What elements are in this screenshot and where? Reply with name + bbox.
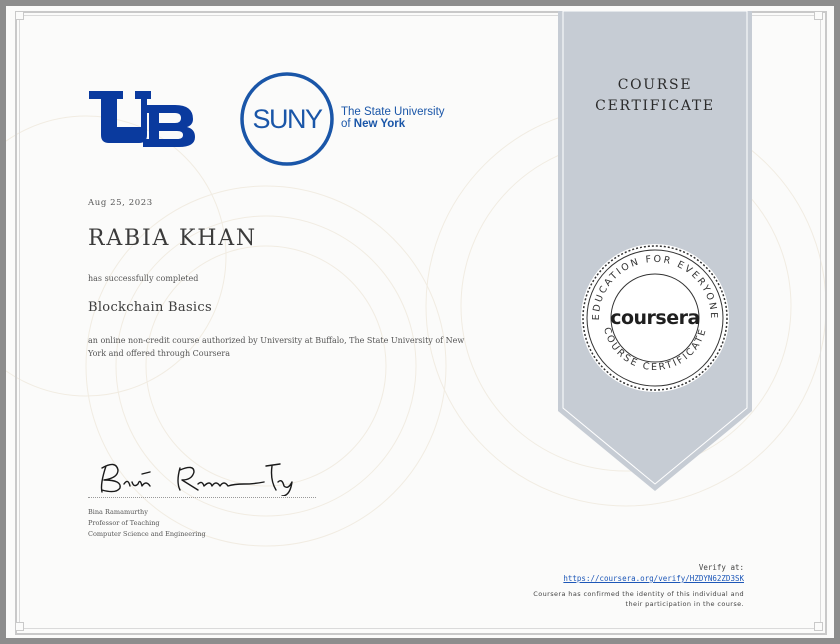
- svg-text:SUNY: SUNY: [252, 104, 323, 134]
- ub-logo: [89, 91, 195, 147]
- issue-date: Aug 25, 2023: [88, 198, 153, 208]
- corner-ornament: [814, 11, 823, 20]
- signer-title: Professor of Teaching: [88, 519, 160, 527]
- corner-ornament: [15, 11, 24, 20]
- signature-line: [88, 497, 316, 498]
- confirm-line-2: their participation in the course.: [625, 600, 744, 608]
- certificate-page: SUNY The State University of New York Au…: [6, 6, 834, 638]
- signer-block: Bina Ramamurthy Professor of Teaching Co…: [88, 507, 206, 540]
- suny-logo: SUNY: [240, 72, 334, 166]
- corner-ornament: [814, 622, 823, 631]
- signature-image: [100, 463, 293, 496]
- corner-ornament: [15, 622, 24, 631]
- recipient-name: RABIA KHAN: [88, 226, 257, 251]
- course-name: Blockchain Basics: [88, 300, 212, 315]
- suny-line-1: The State University: [341, 106, 445, 118]
- suny-wordmark: The State University of New York: [341, 106, 445, 130]
- completed-text: has successfully completed: [88, 274, 199, 283]
- ribbon-title: COURSE CERTIFICATE: [558, 75, 752, 117]
- verify-label: Verify at:: [698, 563, 744, 572]
- verification-block: Verify at: https://coursera.org/verify/H…: [563, 562, 744, 584]
- ribbon-line-1: COURSE: [617, 77, 693, 93]
- course-description: an online non-credit course authorized b…: [88, 336, 465, 358]
- coursera-seal: EDUCATION FOR EVERYONE COURSE CERTIFICAT…: [581, 244, 729, 392]
- svg-text:coursera: coursera: [610, 307, 700, 329]
- signer-name: Bina Ramamurthy: [88, 508, 148, 516]
- signer-department: Computer Science and Engineering: [88, 530, 206, 538]
- suny-line-2: of New York: [341, 118, 406, 130]
- confirm-line-1: Coursera has confirmed the identity of t…: [533, 590, 744, 598]
- identity-confirmation: Coursera has confirmed the identity of t…: [533, 589, 744, 609]
- verify-link[interactable]: https://coursera.org/verify/HZDYN62ZD3SK: [563, 574, 744, 583]
- ribbon-line-2: CERTIFICATE: [595, 98, 715, 114]
